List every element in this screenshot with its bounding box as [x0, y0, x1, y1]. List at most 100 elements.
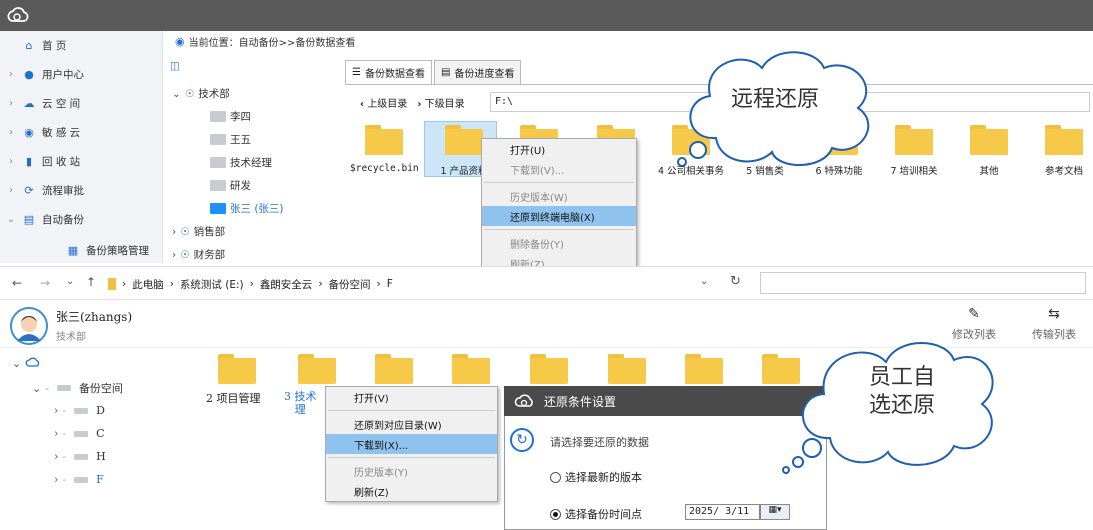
- menu-item: 历史版本(Y): [354, 467, 408, 479]
- menu-item: 历史版本(W): [510, 192, 568, 204]
- radio-backup-time[interactable]: 选择备份时间点: [550, 506, 642, 522]
- recent-chevron-icon[interactable]: ⌄: [66, 276, 74, 287]
- tree-node-member[interactable]: 研发: [210, 178, 251, 193]
- location-pin-icon: ◉: [175, 35, 185, 48]
- tree-node-drive[interactable]: › - H: [54, 450, 106, 463]
- menu-item[interactable]: 还原到对应目录(W): [326, 414, 497, 434]
- folder-icon[interactable]: [1045, 125, 1083, 155]
- refresh-icon[interactable]: ↻: [730, 274, 741, 289]
- sidebar-item-backup[interactable]: ⌄ ▤ 自动备份: [0, 205, 163, 233]
- edit-icon: ✎: [968, 306, 980, 322]
- date-picker-input[interactable]: 2025/ 3/11: [685, 504, 760, 520]
- tree-node-member[interactable]: 王五: [210, 132, 251, 147]
- menu-item[interactable]: 打开(V): [326, 387, 497, 407]
- app-title-bar: [0, 0, 1093, 31]
- menu-separator: [328, 457, 495, 458]
- document-icon: ▤: [440, 67, 451, 78]
- path-segment[interactable]: 此电脑: [132, 277, 164, 292]
- sidebar-item-cloud[interactable]: › ☁ 云 空 间: [0, 89, 163, 117]
- folder-icon[interactable]: [452, 354, 490, 384]
- folder-icon[interactable]: [608, 354, 646, 384]
- sidebar-item-label: 敏 感 云: [42, 126, 81, 139]
- tab-backup-data[interactable]: ☰ 备份数据查看: [345, 60, 432, 84]
- sidebar-item-label: 备份策略管理: [86, 244, 149, 257]
- tree-node-member[interactable]: 李四: [210, 109, 251, 124]
- folder-icon[interactable]: [218, 354, 256, 384]
- menu-item[interactable]: 刷新(Z): [326, 481, 497, 501]
- radio-latest-version[interactable]: 选择最新的版本: [550, 469, 642, 485]
- path-segment[interactable]: 鑫朗安全云: [260, 277, 313, 292]
- backup-icon: ▤: [23, 212, 35, 226]
- up-dir-button[interactable]: ‹ 上级目录: [360, 95, 407, 110]
- group-icon: ☉: [184, 87, 195, 100]
- computer-icon: [210, 203, 226, 214]
- menu-item: 下载到(V)...: [510, 165, 565, 177]
- folder-label: 参考文档: [1044, 166, 1083, 177]
- up-arrow-icon[interactable]: ↑: [86, 275, 96, 289]
- tree-node-member-selected[interactable]: 张三 (张三): [210, 201, 284, 216]
- folder-icon[interactable]: [895, 125, 933, 155]
- path-segment[interactable]: 备份空间: [329, 277, 371, 292]
- menu-item[interactable]: 打开(U): [482, 139, 636, 159]
- tree-node-drive[interactable]: › - C: [54, 427, 105, 440]
- folder-icon[interactable]: [445, 125, 483, 155]
- menu-item[interactable]: 还原到终端电脑(X): [482, 206, 636, 226]
- menu-item: 删除备份(Y): [510, 239, 564, 251]
- computer-icon: [210, 180, 226, 191]
- sidebar-item-label: 用户中心: [42, 68, 84, 81]
- org-tree: ◫ ⌄ ☉ 技术部 李四 王五 技术经理 研发 张三 (张三) › ☉ 销售部 › ☉…: [166, 58, 346, 263]
- down-dir-button[interactable]: › 下级目录: [417, 95, 464, 110]
- tree-node-backup-space[interactable]: ⌄ - 备份空间: [32, 380, 123, 396]
- calendar-dropdown-icon[interactable]: ▦▾: [760, 504, 790, 520]
- workflow-icon: ⟳: [24, 183, 34, 197]
- folder-icon: [108, 278, 116, 290]
- drive-icon: [74, 407, 89, 414]
- folder-icon[interactable]: [685, 354, 723, 384]
- tree-node-member[interactable]: 技术经理: [210, 155, 272, 170]
- explorer-search-input[interactable]: [760, 272, 1086, 294]
- folder-icon[interactable]: [530, 354, 568, 384]
- sidebar-item-users[interactable]: › ● 用户中心: [0, 60, 163, 88]
- sidebar-item-label: 回 收 站: [42, 155, 81, 168]
- sidebar-item-workflow[interactable]: › ⟳ 流程审批: [0, 176, 163, 204]
- sidebar-item-label: 自动备份: [42, 213, 84, 226]
- transfer-list-button[interactable]: ⇆ 传输列表: [1024, 306, 1084, 342]
- tree-node-sales-dept[interactable]: › ☉ 销售部: [172, 224, 225, 239]
- path-segment[interactable]: 系统测试 (E:): [180, 277, 244, 292]
- cloud-logo-icon: [6, 4, 30, 29]
- drive-icon: [74, 453, 89, 460]
- folder-icon[interactable]: [970, 125, 1008, 155]
- drive-icon: [74, 476, 89, 483]
- context-menu-self-restore: 打开(V) 还原到对应目录(W) 下载到(X)... 历史版本(Y) 刷新(Z): [325, 386, 498, 502]
- sensitive-icon: ◉: [24, 125, 34, 139]
- transfer-icon: ⇆: [1048, 306, 1060, 322]
- trash-icon: ▮: [25, 154, 33, 168]
- sidebar-item-home[interactable]: ⌂ 首 页: [0, 31, 163, 59]
- cloud-icon: [25, 356, 41, 371]
- cloud-logo-icon: [514, 392, 536, 411]
- back-arrow-icon[interactable]: ←: [12, 276, 22, 290]
- callout-remote-restore: 远程还原: [730, 87, 819, 112]
- sidebar-item-sensitive[interactable]: › ◉ 敏 感 云: [0, 118, 163, 146]
- tree-node-tech-dept[interactable]: ⌄ ☉ 技术部: [172, 86, 230, 101]
- history-chevron-icon[interactable]: ⌄: [700, 276, 708, 287]
- tree-root-cloud[interactable]: ⌄: [12, 356, 41, 371]
- menu-separator: [484, 182, 634, 183]
- forward-arrow-icon[interactable]: →: [40, 276, 50, 290]
- computer-icon: [210, 111, 226, 122]
- folder-icon[interactable]: [365, 125, 403, 155]
- tree-node-drive-selected[interactable]: › - F: [54, 473, 104, 486]
- tree-node-finance-dept[interactable]: › ☉ 财务部: [172, 247, 225, 262]
- folder-label: 2 项目管理: [206, 392, 261, 405]
- folder-icon[interactable]: [298, 354, 336, 384]
- path-segment[interactable]: F: [387, 278, 393, 290]
- menu-separator: [328, 410, 495, 411]
- menu-item[interactable]: 下载到(X)...: [326, 434, 497, 454]
- sidebar-item-trash[interactable]: › ▮ 回 收 站: [0, 147, 163, 175]
- group-icon: ☉: [180, 225, 190, 238]
- tab-backup-progress[interactable]: ▤ 备份进度查看: [433, 60, 522, 84]
- sidebar-subitem-backup-policy[interactable]: ▦ 备份策略管理: [0, 236, 163, 264]
- tree-node-drive[interactable]: › - D: [54, 404, 105, 417]
- folder-label: 其他: [979, 166, 999, 177]
- folder-icon[interactable]: [375, 354, 413, 384]
